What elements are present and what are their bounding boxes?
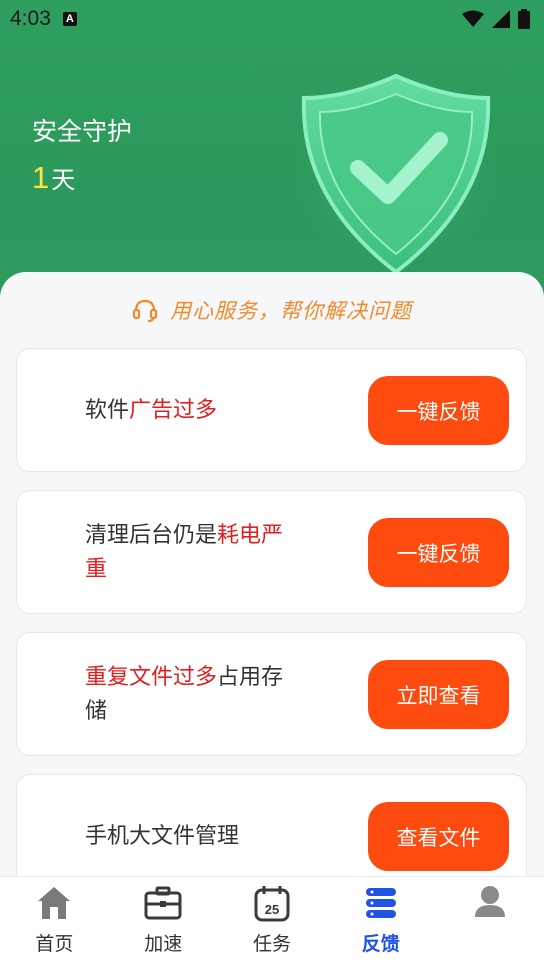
feedback-card-duplicate-files: 重复文件过多占用存储 立即查看 bbox=[16, 632, 527, 756]
feedback-card-battery: 清理后台仍是耗电严重 一键反馈 bbox=[16, 490, 527, 614]
signal-icon bbox=[492, 10, 510, 28]
server-icon bbox=[365, 888, 396, 918]
card-text: 手机大文件管理 bbox=[85, 775, 305, 880]
card-text-highlight: 广告过多 bbox=[129, 397, 218, 422]
nav-label: 任务 bbox=[252, 934, 291, 955]
card-text-plain: 软件 bbox=[85, 397, 130, 422]
header: 4:03 A 安全守护 1天 bbox=[0, 0, 544, 300]
card-text-plain: 清理后台仍是 bbox=[85, 522, 218, 547]
battery-icon bbox=[518, 9, 530, 29]
one-click-feedback-button[interactable]: 一键反馈 bbox=[368, 518, 509, 587]
briefcase-icon bbox=[144, 886, 182, 920]
status-bar: 4:03 A bbox=[0, 0, 544, 38]
slogan-text: 用心服务，帮你解决问题 bbox=[170, 300, 412, 323]
nav-profile[interactable] bbox=[435, 877, 544, 969]
guard-days-unit: 天 bbox=[51, 167, 76, 194]
card-text-highlight: 重复文件过多 bbox=[85, 664, 218, 689]
profile-icon bbox=[474, 886, 505, 917]
nav-label: 首页 bbox=[35, 934, 74, 955]
card-text: 重复文件过多占用存储 bbox=[85, 633, 305, 755]
view-now-button[interactable]: 立即查看 bbox=[368, 660, 509, 729]
view-files-button[interactable]: 查看文件 bbox=[368, 802, 509, 871]
guard-days-number: 1 bbox=[32, 160, 50, 195]
nav-label: 反馈 bbox=[361, 934, 400, 955]
card-text-plain: 手机大文件管理 bbox=[85, 823, 240, 848]
nav-label: 加速 bbox=[144, 934, 183, 955]
bottom-nav: 首页 加速 25 任务 反馈 bbox=[0, 876, 544, 969]
one-click-feedback-button[interactable]: 一键反馈 bbox=[368, 376, 509, 445]
calendar-icon: 25 bbox=[254, 886, 290, 922]
wifi-icon bbox=[462, 10, 484, 27]
feedback-card-large-files: 手机大文件管理 查看文件 bbox=[16, 774, 527, 880]
card-text: 软件广告过多 bbox=[85, 349, 305, 471]
nav-tasks[interactable]: 25 任务 bbox=[218, 877, 327, 969]
guard-days: 1天 bbox=[32, 160, 75, 196]
status-time: 4:03 bbox=[10, 7, 51, 30]
notification-icon: A bbox=[62, 12, 77, 26]
home-icon bbox=[38, 887, 71, 919]
shield-check-icon bbox=[296, 73, 496, 278]
feedback-card-ads: 软件广告过多 一键反馈 bbox=[16, 348, 527, 472]
feedback-panel: 用心服务，帮你解决问题 软件广告过多 一键反馈 清理后台仍是耗电严重 一键反馈 … bbox=[0, 272, 544, 880]
card-text: 清理后台仍是耗电严重 bbox=[85, 491, 305, 613]
slogan: 用心服务，帮你解决问题 bbox=[0, 292, 544, 328]
guard-title: 安全守护 bbox=[32, 118, 133, 146]
nav-home[interactable]: 首页 bbox=[0, 877, 109, 969]
nav-boost[interactable]: 加速 bbox=[109, 877, 218, 969]
calendar-day: 25 bbox=[265, 902, 279, 917]
nav-feedback[interactable]: 反馈 bbox=[326, 877, 435, 969]
headset-icon bbox=[132, 299, 158, 323]
